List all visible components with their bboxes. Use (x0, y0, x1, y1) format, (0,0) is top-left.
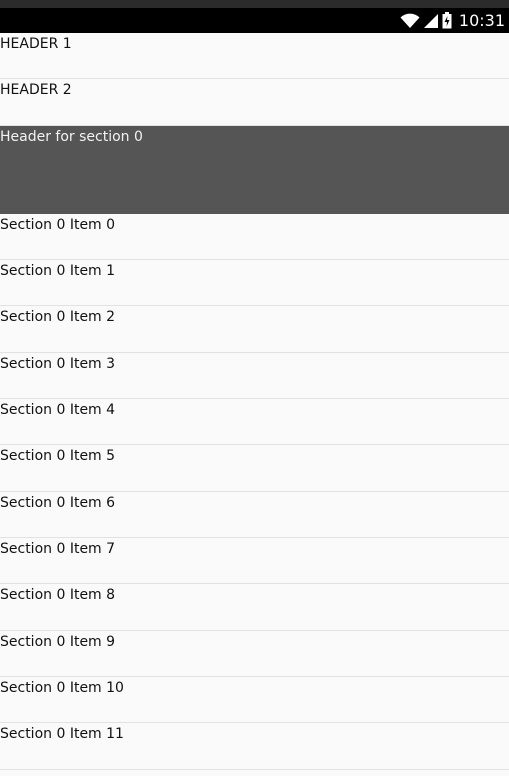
list-item-label: Section 0 Item 8 (0, 587, 116, 604)
list-item[interactable]: Section 0 Item 1 (0, 259, 509, 307)
signal-icon (423, 13, 439, 29)
list-item[interactable]: Section 0 Item 6 (0, 491, 509, 538)
list-item[interactable]: Section 0 Item 8 (0, 584, 509, 631)
list-item-label: Section 0 Item 5 (0, 448, 116, 465)
list-item-label: Section 0 Item 7 (0, 540, 116, 557)
section-list[interactable]: HEADER 1 HEADER 2 Header for section 0 S… (0, 33, 509, 770)
list-item-label: Section 0 Item 0 (0, 216, 116, 233)
list-header-label: HEADER 1 (0, 36, 72, 52)
list-item[interactable]: Section 0 Item 2 (0, 306, 509, 353)
list-item-label: Section 0 Item 3 (0, 355, 116, 372)
list-item-label: Section 0 Item 9 (0, 633, 116, 650)
section-header: Header for section 0 (0, 125, 509, 214)
list-header-row[interactable]: HEADER 2 (0, 79, 509, 126)
section-header-label: Header for section 0 (0, 128, 143, 145)
list-item[interactable]: Section 0 Item 10 (0, 676, 509, 724)
list-item-label: Section 0 Item 10 (0, 679, 124, 696)
list-item[interactable]: Section 0 Item 9 (0, 630, 509, 677)
list-item[interactable]: Section 0 Item 7 (0, 537, 509, 585)
status-clock: 10:31 (458, 11, 505, 30)
list-item[interactable]: Section 0 Item 3 (0, 352, 509, 399)
list-item[interactable]: Section 0 Item 0 (0, 213, 509, 260)
wifi-icon (400, 13, 420, 29)
list-item[interactable]: Section 0 Item 5 (0, 445, 509, 492)
list-header-row[interactable]: HEADER 1 (0, 33, 509, 80)
list-item-label: Section 0 Item 6 (0, 494, 116, 511)
list-item-label: Section 0 Item 2 (0, 309, 116, 326)
list-item-label: Section 0 Item 11 (0, 726, 124, 743)
list-item-label: Section 0 Item 4 (0, 401, 116, 418)
app-screen: 10:31 HEADER 1 HEADER 2 Header for secti… (0, 0, 509, 776)
window-top-edge (0, 0, 509, 8)
list-item[interactable]: Section 0 Item 4 (0, 398, 509, 446)
list-item-label: Section 0 Item 1 (0, 262, 116, 279)
mouse-cursor-icon (419, 770, 425, 776)
list-header-label: HEADER 2 (0, 82, 72, 99)
list-item[interactable]: Section 0 Item 11 (0, 723, 509, 770)
status-icons: 10:31 (400, 10, 505, 31)
status-bar: 10:31 (0, 8, 509, 33)
battery-icon (442, 12, 452, 29)
